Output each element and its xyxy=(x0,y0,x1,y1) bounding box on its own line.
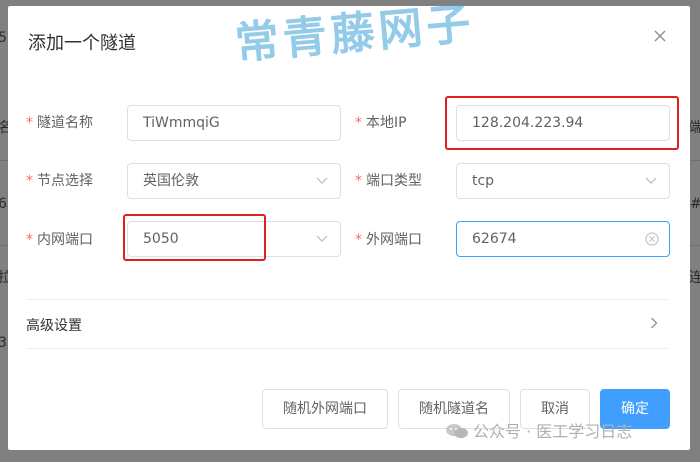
random-remote-port-button[interactable]: 随机外网端口 xyxy=(262,389,388,429)
bg-fragment: 端 xyxy=(689,120,700,136)
node-select[interactable]: 英国伦敦 xyxy=(127,163,341,199)
remote-port-input[interactable]: 62674 xyxy=(456,221,670,257)
bg-fragment: 3 xyxy=(0,335,7,351)
wechat-icon xyxy=(446,424,468,439)
chevron-right-icon[interactable] xyxy=(650,317,658,329)
bg-fragment: 连 xyxy=(689,270,700,286)
watermark-text: 常青藤网子 xyxy=(232,0,477,70)
local-ip-highlight-box xyxy=(445,96,679,150)
add-tunnel-dialog: 添加一个隧道 常青藤网子 * 隧道名称 TiWmmqiG * 本地IP 128.20… xyxy=(8,0,690,450)
tunnel-name-label: * 隧道名称 xyxy=(26,115,93,131)
chevron-down-icon xyxy=(316,177,328,184)
dialog-title: 添加一个隧道 xyxy=(28,33,136,54)
divider xyxy=(26,299,668,300)
local-port-label: * 内网端口 xyxy=(26,232,93,248)
chevron-down-icon xyxy=(645,177,657,184)
close-button[interactable] xyxy=(650,26,670,46)
local-port-highlight-box xyxy=(123,214,266,261)
bg-fragment: 6 xyxy=(0,196,7,212)
node-select-label: * 节点选择 xyxy=(26,173,93,189)
node-select-value: 英国伦敦 xyxy=(143,173,199,189)
close-icon xyxy=(654,30,666,42)
chevron-down-icon xyxy=(316,235,328,242)
port-type-select[interactable]: tcp xyxy=(456,163,670,199)
divider xyxy=(26,348,668,349)
advanced-settings-toggle[interactable]: 高级设置 xyxy=(26,315,82,335)
footer-watermark: 公众号 · 医工学习日志 xyxy=(445,418,632,442)
tunnel-name-input[interactable]: TiWmmqiG xyxy=(127,105,341,141)
local-ip-label: * 本地IP xyxy=(355,115,407,131)
bg-fragment: # xyxy=(690,196,700,212)
port-type-value: tcp xyxy=(472,173,495,189)
clear-icon[interactable] xyxy=(645,232,659,246)
bg-fragment: 5 xyxy=(0,30,7,46)
port-type-label: * 端口类型 xyxy=(355,173,422,189)
remote-port-label: * 外网端口 xyxy=(355,232,422,248)
remote-port-value: 62674 xyxy=(472,231,517,247)
